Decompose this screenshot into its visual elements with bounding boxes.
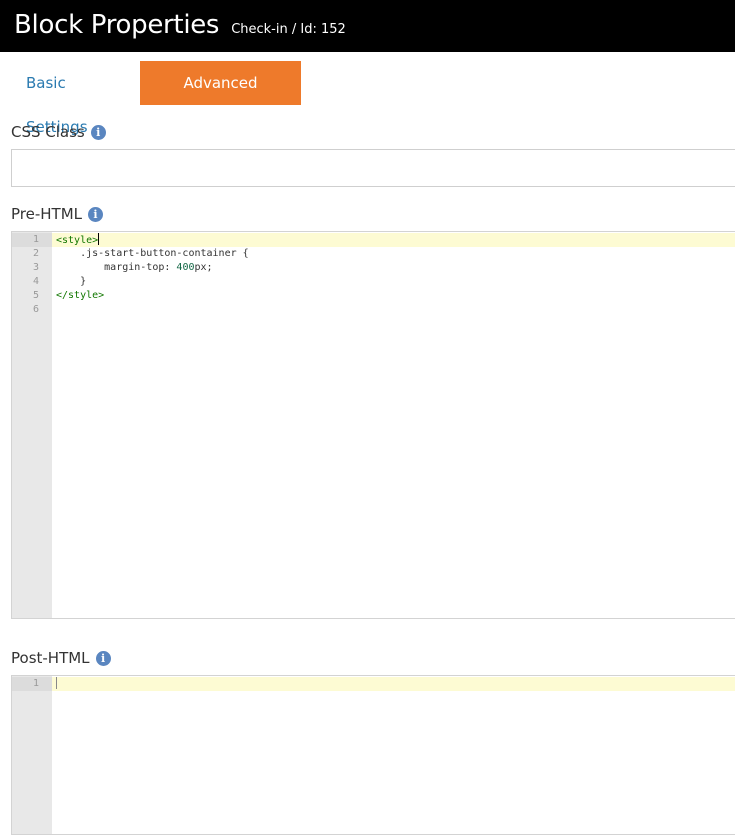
code-line: 1 <style>: [12, 233, 735, 247]
css-class-label-text: CSS Class: [11, 123, 85, 141]
line-number: 6: [32, 304, 39, 315]
tab-basic-settings[interactable]: Basic Settings: [12, 61, 140, 136]
post-html-editor[interactable]: 1: [11, 675, 735, 835]
code-text: }: [56, 276, 87, 287]
info-icon[interactable]: i: [95, 650, 111, 666]
code-text: <style>: [56, 235, 99, 246]
css-class-label: CSS Class i: [11, 123, 106, 141]
code-line: 3 margin-top: 400px;: [12, 261, 735, 275]
code-text: </style>: [56, 290, 105, 301]
info-icon[interactable]: i: [88, 206, 104, 222]
line-number: 4: [32, 276, 39, 287]
code-line: 5 </style>: [12, 289, 735, 303]
post-html-label: Post-HTML i: [11, 649, 111, 667]
post-html-label-text: Post-HTML: [11, 649, 90, 667]
line-number: 2: [32, 248, 39, 259]
line-number: 1: [12, 233, 52, 247]
code-line: 1: [12, 677, 735, 691]
text-cursor: [56, 677, 57, 689]
code-text: .js-start-button-container {: [56, 248, 249, 259]
css-class-input[interactable]: [11, 149, 735, 187]
code-line: 6: [12, 303, 735, 317]
code-line: 2 .js-start-button-container {: [12, 247, 735, 261]
pre-html-editor[interactable]: 1 <style> 2 .js-start-button-container {…: [11, 231, 735, 619]
line-number: 1: [12, 677, 52, 691]
info-icon[interactable]: i: [90, 124, 106, 140]
line-number: 5: [32, 290, 39, 301]
modal-header: Block Properties Check-in / Id: 152: [0, 0, 735, 52]
modal-subtitle: Check-in / Id: 152: [231, 21, 346, 37]
pre-html-label: Pre-HTML i: [11, 205, 104, 223]
settings-tabs: Basic Settings Advanced Settings: [12, 61, 301, 136]
tab-advanced-settings[interactable]: Advanced Settings: [140, 61, 301, 136]
modal-title: Block Properties: [14, 10, 220, 40]
code-text: margin-top: 400px;: [56, 262, 213, 273]
text-cursor: [98, 233, 100, 245]
code-line: 4 }: [12, 275, 735, 289]
line-number: 3: [32, 262, 39, 273]
pre-html-label-text: Pre-HTML: [11, 205, 83, 223]
